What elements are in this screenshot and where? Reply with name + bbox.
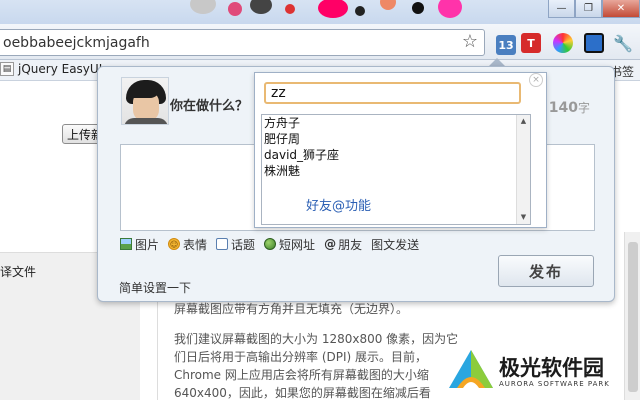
picture-icon [120,238,132,250]
minimize-button[interactable]: — [548,0,575,18]
insert-picture-button[interactable]: 图片 [120,236,159,253]
restore-button[interactable]: ❐ [575,0,602,18]
friend-mention-feature-label: 好友@功能 [306,199,372,214]
tool-label: 图文发送 [371,237,420,252]
page-scrollbar-thumb[interactable] [628,242,638,392]
popup-arrow [489,58,505,66]
close-icon[interactable]: × [529,73,543,87]
at-icon: @ [324,237,337,251]
friend-mention-dropdown: × 方舟子 肥仔周 david_狮子座 株洲魅 好友@功能 ▲ ▼ [254,72,547,228]
watermark-subtitle: AURORA SOFTWARE PARK [499,380,610,388]
doc-line: 我们建议屏幕截图的大小为 1280x800 像素，因为它 [174,332,459,346]
aurora-logo-icon [449,350,493,388]
doc-line: 们日后将用于高输出分辨率 (DPI) 展示。目前， [174,350,428,364]
char-counter-unit: 字 [577,101,590,115]
avatar[interactable] [121,77,169,125]
bookmark-star-icon[interactable]: ☆ [462,32,478,52]
simple-settings-link[interactable]: 简单设置一下 [119,279,191,296]
compose-prompt: 你在做什么？ [170,99,249,114]
smiley-icon: ☺ [168,238,181,250]
doc-line: Chrome 网上应用店会将所有屏幕截图的大小缩 [174,368,429,382]
theme-decoration [180,0,480,24]
weibo-extension-icon[interactable] [584,33,604,53]
globe-icon [264,238,277,250]
address-bar-url[interactable]: oebbabeejckmjagafh [3,35,150,51]
doc-line: 640x400，因此，如果您的屏幕截图在缩减后看 [174,386,431,400]
tool-label: 图片 [135,237,160,252]
t-extension-icon[interactable]: T [521,33,541,53]
bookmark-page-icon: ▤ [0,62,14,76]
char-counter: 140字 [549,99,590,116]
tool-label: 短网址 [279,237,316,252]
friend-list-item[interactable]: 株洲魅 [262,163,339,179]
wrench-icon[interactable]: 🔧 [613,33,633,53]
topic-bubble-icon [216,238,229,250]
compose-tools: 图片 ☺ 表情 话题 短网址 @ 朋友 图文发送 [120,236,428,252]
badge-13-extension-icon[interactable]: 13 [496,35,516,55]
browser-toolbar: oebbabeejckmjagafh ☆ [0,24,640,60]
friend-list-item[interactable]: 肥仔周 [262,131,339,147]
scroll-up-arrow-icon[interactable]: ▲ [517,115,530,128]
page-scrollbar[interactable] [624,232,640,400]
bookmark-item[interactable]: ▤ jQuery EasyUI [0,62,102,76]
tool-label: 朋友 [338,237,363,252]
friend-search-input[interactable] [264,82,521,104]
address-bar[interactable]: oebbabeejckmjagafh ☆ [0,29,485,56]
window-titlebar: — ❐ ✕ [0,0,640,24]
doc-line: 屏幕截图应带有方角并且无填充（无边界）。 [174,302,409,316]
close-window-button[interactable]: ✕ [602,0,640,18]
scroll-down-arrow-icon[interactable]: ▼ [517,211,530,224]
color-wheel-extension-icon[interactable] [553,33,573,53]
bookmark-label: jQuery EasyUI [18,62,103,76]
tool-label: 话题 [231,237,256,252]
short-url-button[interactable]: 短网址 [264,236,315,253]
friend-list-item[interactable]: david_狮子座 [262,147,339,163]
watermark-title: 极光软件园 [499,356,604,380]
char-counter-number: 140 [548,100,578,116]
image-text-send-button[interactable]: 图文发送 [371,236,419,253]
window-controls: — ❐ ✕ [548,0,640,18]
tool-label: 表情 [183,237,208,252]
friend-list-item[interactable]: 方舟子 [262,115,339,131]
publish-button[interactable]: 发布 [498,255,594,287]
friend-list-scrollbar[interactable]: ▲ ▼ [516,115,530,224]
insert-topic-button[interactable]: 话题 [216,236,255,253]
left-panel-label: 译文件 [0,265,37,279]
insert-emoticon-button[interactable]: ☺ 表情 [168,236,207,253]
friend-list: 方舟子 肥仔周 david_狮子座 株洲魅 好友@功能 ▲ ▼ [261,114,531,225]
mention-friend-button[interactable]: @ 朋友 [324,236,362,253]
